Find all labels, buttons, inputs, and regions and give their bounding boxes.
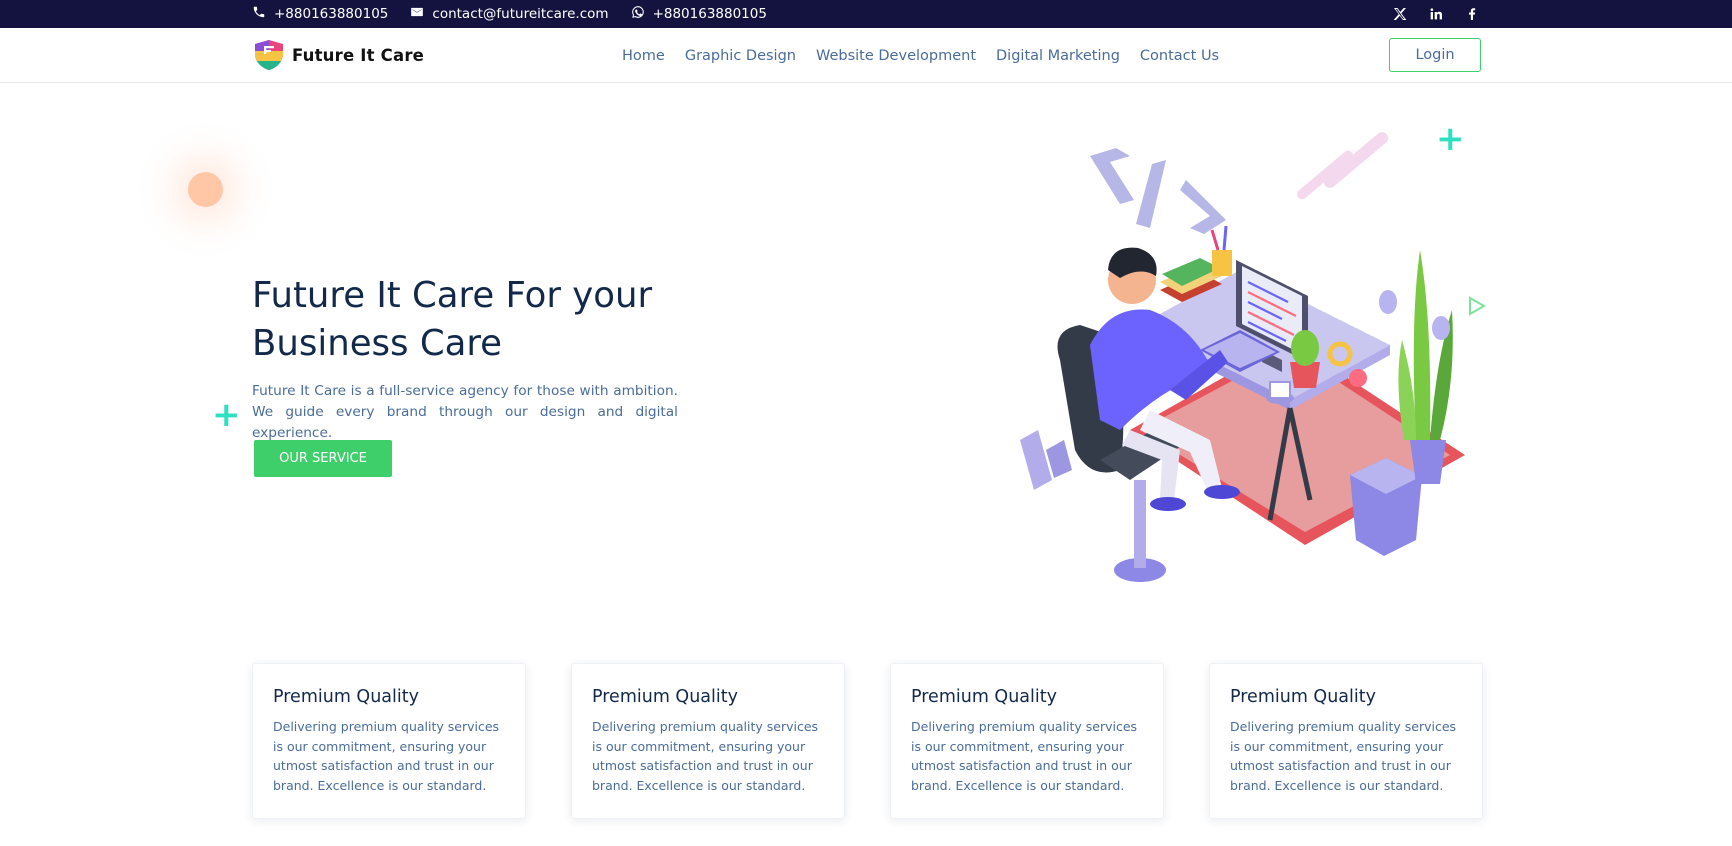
card-text: Delivering premium quality services is o…: [592, 719, 819, 793]
peach-circle-decoration: [188, 172, 223, 207]
nav-home[interactable]: Home: [622, 48, 665, 64]
facebook-icon[interactable]: [1462, 4, 1482, 24]
nav-menu: Home Graphic Design Website Development …: [622, 28, 1219, 83]
hero-title: Future It Care For your Business Care: [252, 275, 653, 364]
card-title: Premium Quality: [911, 687, 1057, 707]
card-text: Delivering premium quality services is o…: [911, 719, 1138, 793]
plus-icon: +: [212, 395, 241, 435]
shield-logo-icon: [255, 40, 283, 70]
our-service-button[interactable]: OUR SERVICE: [254, 440, 392, 477]
phone-link[interactable]: +880163880105: [252, 5, 388, 23]
top-contact-bar: +880163880105 contact@futureitcare.com +…: [0, 0, 1732, 28]
nav-website-development[interactable]: Website Development: [816, 48, 976, 64]
nav-graphic-design[interactable]: Graphic Design: [685, 48, 796, 64]
feature-card: Premium Quality Delivering premium quali…: [571, 663, 845, 819]
phone-number: +880163880105: [274, 6, 389, 22]
mail-icon: [410, 5, 424, 23]
developer-at-desk-illustration: +: [1020, 119, 1465, 582]
feature-card: Premium Quality Delivering premium quali…: [890, 663, 1164, 819]
phone-icon: [252, 5, 266, 23]
brand-logo[interactable]: Future It Care: [252, 38, 424, 72]
contact-list: +880163880105 contact@futureitcare.com +…: [252, 0, 767, 28]
feature-card: Premium Quality Delivering premium quali…: [252, 663, 526, 819]
whatsapp-number: +880163880105: [652, 6, 767, 22]
nav-contact-us[interactable]: Contact Us: [1140, 48, 1219, 64]
login-button[interactable]: Login: [1389, 38, 1481, 72]
whatsapp-link[interactable]: +880163880105: [631, 5, 767, 23]
email-address: contact@futureitcare.com: [432, 6, 609, 22]
feature-cards: Premium Quality Delivering premium quali…: [252, 663, 1483, 819]
main-navbar: Future It Care Home Graphic Design Websi…: [0, 28, 1732, 83]
x-icon[interactable]: [1390, 4, 1410, 24]
card-text: Delivering premium quality services is o…: [273, 719, 500, 793]
social-links: [1390, 0, 1482, 28]
card-title: Premium Quality: [592, 687, 738, 707]
whatsapp-icon: [631, 5, 645, 23]
page: +880163880105 contact@futureitcare.com +…: [0, 0, 1732, 846]
card-title: Premium Quality: [1230, 687, 1376, 707]
hero-description: Future It Care is a full-service agency …: [252, 383, 678, 441]
nav-digital-marketing[interactable]: Digital Marketing: [996, 48, 1120, 64]
plus-icon: +: [1436, 119, 1465, 159]
card-title: Premium Quality: [273, 687, 419, 707]
play-triangle-icon: [1469, 296, 1486, 316]
email-link[interactable]: contact@futureitcare.com: [410, 5, 609, 23]
feature-card: Premium Quality Delivering premium quali…: [1209, 663, 1483, 819]
brand-name: Future It Care: [292, 45, 425, 65]
linkedin-icon[interactable]: [1426, 4, 1446, 24]
card-text: Delivering premium quality services is o…: [1230, 719, 1457, 793]
code-symbol-icon: [1090, 148, 1226, 234]
